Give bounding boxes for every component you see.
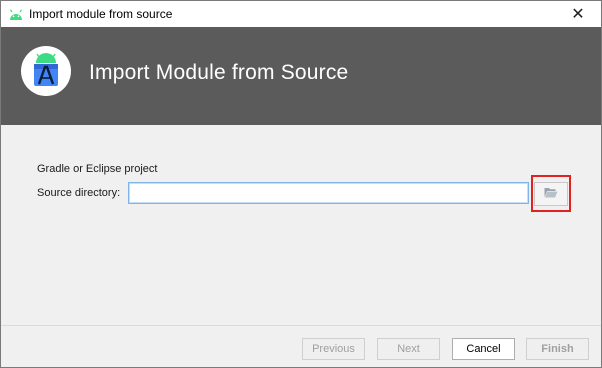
window-title: Import module from source <box>29 7 173 21</box>
browse-highlight <box>531 175 571 212</box>
footer-divider <box>1 325 601 326</box>
cancel-button[interactable]: Cancel <box>452 338 515 360</box>
close-icon: ✕ <box>571 6 585 23</box>
finish-button[interactable]: Finish <box>526 338 589 360</box>
next-button[interactable]: Next <box>377 338 440 360</box>
source-directory-label: Source directory: <box>37 187 121 199</box>
title-bar: Import module from source ✕ <box>1 1 601 27</box>
source-directory-input[interactable] <box>128 182 529 204</box>
android-icon <box>9 8 23 20</box>
import-module-dialog: Import module from source ✕ Import Modul… <box>0 0 602 368</box>
android-studio-icon <box>21 46 71 96</box>
banner-title: Import Module from Source <box>89 61 349 84</box>
header-banner: Import Module from Source <box>1 27 601 125</box>
close-button[interactable]: ✕ <box>555 1 601 27</box>
project-type-label: Gradle or Eclipse project <box>37 163 158 175</box>
previous-button[interactable]: Previous <box>302 338 365 360</box>
